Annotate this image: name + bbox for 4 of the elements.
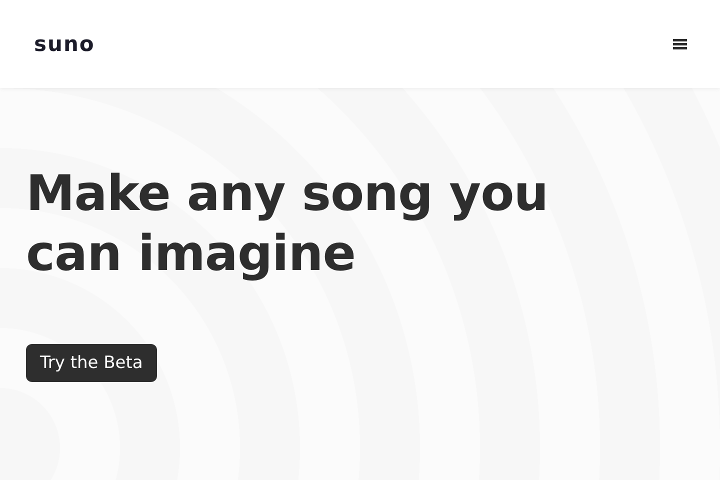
logo[interactable]: suno bbox=[34, 32, 95, 56]
try-beta-button[interactable]: Try the Beta bbox=[26, 344, 157, 382]
hero-title: Make any song you can imagine bbox=[26, 164, 550, 284]
menu-icon[interactable] bbox=[672, 37, 688, 51]
